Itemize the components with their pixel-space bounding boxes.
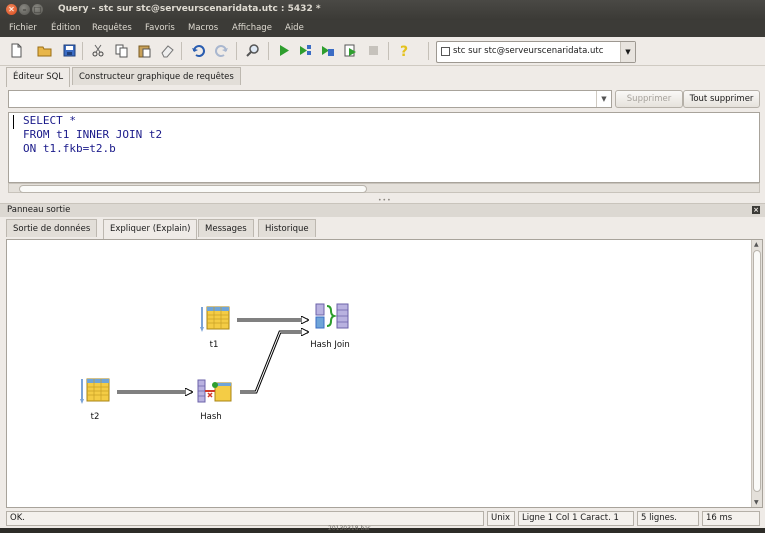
chevron-down-icon[interactable]: ▼ — [620, 42, 635, 62]
menu-favoris[interactable]: Favoris — [145, 23, 175, 33]
status-bar: OK. Unix Ligne 1 Col 1 Caract. 1 5 ligne… — [0, 510, 765, 528]
window-title: Query - stc sur stc@serveurscenaridata.u… — [58, 4, 321, 14]
plan-node-label: t1 — [209, 340, 219, 350]
redo-icon[interactable] — [214, 43, 229, 58]
toolbar-separator — [388, 42, 389, 60]
output-tabs: Sortie de données Expliquer (Explain) Me… — [0, 217, 765, 239]
toolbar-separator — [268, 42, 269, 60]
delete-all-history-button[interactable]: Tout supprimer — [683, 90, 760, 108]
toolbar-separator — [236, 42, 237, 60]
output-panel-title: Panneau sortie — [7, 205, 71, 215]
status-message: OK. — [6, 511, 484, 526]
close-window-button[interactable]: ✕ — [6, 4, 17, 15]
scroll-down-icon[interactable]: ▼ — [754, 499, 759, 506]
status-exec-time: 16 ms — [702, 511, 760, 526]
connection-selector[interactable]: stc sur stc@serveurscenaridata.utc ▼ — [436, 41, 636, 63]
close-icon[interactable]: × — [752, 206, 760, 214]
sql-editor[interactable]: SELECT * FROM t1 INNER JOIN t2 ON t1.fkb… — [8, 112, 760, 183]
help-icon[interactable]: ? — [397, 43, 412, 58]
pgadmin-query-window: ✕ – □ Query - stc sur stc@serveurscenari… — [0, 0, 765, 533]
open-folder-icon[interactable] — [37, 43, 52, 58]
delete-history-button[interactable]: Supprimer — [615, 90, 683, 108]
plan-edges — [117, 240, 752, 507]
execute-icon[interactable] — [276, 43, 291, 58]
status-cursor-position: Ligne 1 Col 1 Caract. 1 — [518, 511, 634, 526]
plan-node-label: Hash Join — [310, 340, 350, 350]
output-vertical-scrollbar[interactable]: ▲ ▼ — [751, 240, 762, 507]
tab-history[interactable]: Historique — [258, 219, 316, 237]
copy-icon[interactable] — [114, 43, 129, 58]
panel-splitter[interactable]: ••• — [0, 196, 765, 204]
toolbar-separator — [82, 42, 83, 60]
explain-analyze-icon[interactable] — [320, 43, 335, 58]
sql-line: ON t1.fkb=t2.b — [23, 142, 116, 155]
hash-icon — [197, 379, 232, 403]
query-history-row: ▼ Supprimer Tout supprimer — [8, 88, 760, 110]
menu-aide[interactable]: Aide — [285, 23, 304, 33]
scrollbar-thumb[interactable] — [19, 185, 367, 193]
main-toolbar: ? stc sur stc@serveurscenaridata.utc ▼ — [0, 37, 765, 66]
find-icon[interactable] — [246, 43, 261, 58]
menu-edition[interactable]: Édition — [51, 23, 80, 33]
toolbar-separator — [428, 42, 429, 60]
table-scan-icon — [80, 378, 110, 404]
paste-icon[interactable] — [137, 43, 152, 58]
save-icon[interactable] — [62, 43, 77, 58]
editor-tabs: Éditeur SQL Constructeur graphique de re… — [0, 65, 765, 87]
minimize-window-button[interactable]: – — [19, 4, 30, 15]
query-history-combo[interactable]: ▼ — [8, 90, 612, 108]
svg-text:?: ? — [400, 44, 408, 58]
connection-label: stc sur stc@serveurscenaridata.utc — [453, 46, 604, 56]
execute-to-file-icon[interactable] — [343, 43, 358, 58]
new-file-icon[interactable] — [9, 43, 24, 58]
cut-icon[interactable] — [91, 43, 106, 58]
menu-affichage[interactable]: Affichage — [232, 23, 272, 33]
editor-horizontal-scrollbar[interactable] — [8, 183, 760, 193]
explain-icon[interactable] — [298, 43, 313, 58]
sql-line: FROM t1 INNER JOIN t2 — [23, 128, 163, 141]
sql-line: SELECT * — [23, 114, 76, 127]
menu-macros[interactable]: Macros — [188, 23, 218, 33]
menu-bar: Fichier Édition Requêtes Favoris Macros … — [0, 20, 765, 37]
scrollbar-thumb[interactable] — [753, 250, 761, 492]
maximize-window-button[interactable]: □ — [32, 4, 43, 15]
plan-node-label: t2 — [90, 412, 100, 422]
output-panel-header: Panneau sortie × — [0, 203, 765, 217]
tab-data-output[interactable]: Sortie de données — [6, 219, 98, 237]
tab-graphical-query-builder[interactable]: Constructeur graphique de requêtes — [72, 67, 241, 85]
menu-fichier[interactable]: Fichier — [9, 23, 37, 33]
status-line-ending: Unix — [487, 511, 515, 526]
chevron-down-icon[interactable]: ▼ — [596, 91, 611, 107]
scroll-up-icon[interactable]: ▲ — [754, 241, 759, 248]
table-scan-icon — [200, 306, 230, 332]
plan-node-label: Hash — [200, 412, 222, 422]
hash-join-icon — [315, 303, 349, 329]
text-cursor — [13, 115, 14, 129]
undo-icon[interactable] — [191, 43, 206, 58]
tab-sql-editor[interactable]: Éditeur SQL — [6, 67, 71, 87]
stop-icon — [369, 46, 378, 55]
menu-requetes[interactable]: Requêtes — [92, 23, 132, 33]
connection-checkbox[interactable] — [441, 47, 450, 56]
tab-explain[interactable]: Expliquer (Explain) — [103, 219, 198, 239]
tab-messages[interactable]: Messages — [198, 219, 254, 237]
explain-plan-panel: t1 t2 Hash Hash Join ▲ ▼ — [6, 239, 763, 508]
status-row-count: 5 lignes. — [637, 511, 699, 526]
eraser-icon[interactable] — [160, 43, 175, 58]
desktop-caption: 20130318.bar — [328, 525, 371, 532]
toolbar-separator — [181, 42, 182, 60]
title-bar: ✕ – □ Query - stc sur stc@serveurscenari… — [0, 0, 765, 20]
desktop-bottom-strip: 20130318.bar — [0, 525, 765, 533]
